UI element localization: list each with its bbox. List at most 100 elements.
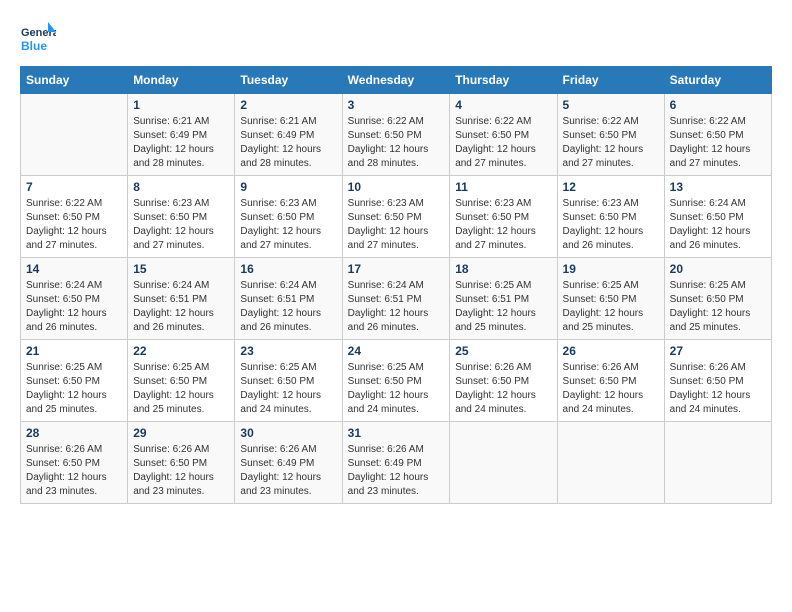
day-detail: Sunrise: 6:23 AM Sunset: 6:50 PM Dayligh… <box>348 197 445 253</box>
day-cell: 10 Sunrise: 6:23 AM Sunset: 6:50 PM Dayli… <box>342 176 450 258</box>
day-detail: Sunrise: 6:23 AM Sunset: 6:50 PM Dayligh… <box>133 197 229 253</box>
day-detail: Sunrise: 6:26 AM Sunset: 6:49 PM Dayligh… <box>348 443 445 499</box>
day-cell: 21 Sunrise: 6:25 AM Sunset: 6:50 PM Dayli… <box>21 340 128 422</box>
day-number: 21 <box>26 344 122 358</box>
day-cell <box>21 94 128 176</box>
day-cell <box>664 422 771 504</box>
day-detail: Sunrise: 6:25 AM Sunset: 6:50 PM Dayligh… <box>348 361 445 417</box>
day-detail: Sunrise: 6:26 AM Sunset: 6:50 PM Dayligh… <box>455 361 551 417</box>
day-cell: 7Sunrise: 6:22 AM Sunset: 6:50 PM Daylig… <box>21 176 128 258</box>
day-detail: Sunrise: 6:23 AM Sunset: 6:50 PM Dayligh… <box>563 197 659 253</box>
day-number: 20 <box>670 262 766 276</box>
day-detail: Sunrise: 6:22 AM Sunset: 6:50 PM Dayligh… <box>455 115 551 171</box>
day-detail: Sunrise: 6:25 AM Sunset: 6:50 PM Dayligh… <box>240 361 336 417</box>
day-detail: Sunrise: 6:22 AM Sunset: 6:50 PM Dayligh… <box>563 115 659 171</box>
day-cell: 25 Sunrise: 6:26 AM Sunset: 6:50 PM Dayli… <box>450 340 557 422</box>
day-cell: 6 Sunrise: 6:22 AM Sunset: 6:50 PM Daylig… <box>664 94 771 176</box>
day-number: 11 <box>455 180 551 194</box>
day-detail: Sunrise: 6:21 AM Sunset: 6:49 PM Dayligh… <box>240 115 336 171</box>
calendar-table: SundayMondayTuesdayWednesdayThursdayFrid… <box>20 66 772 504</box>
day-number: 8 <box>133 180 229 194</box>
day-cell: 26 Sunrise: 6:26 AM Sunset: 6:50 PM Dayli… <box>557 340 664 422</box>
col-header-sunday: Sunday <box>21 67 128 94</box>
col-header-thursday: Thursday <box>450 67 557 94</box>
day-detail: Sunrise: 6:26 AM Sunset: 6:50 PM Dayligh… <box>670 361 766 417</box>
day-number: 2 <box>240 98 336 112</box>
day-number: 25 <box>455 344 551 358</box>
day-detail: Sunrise: 6:24 AM Sunset: 6:50 PM Dayligh… <box>26 279 122 335</box>
day-number: 6 <box>670 98 766 112</box>
day-number: 24 <box>348 344 445 358</box>
svg-text:Blue: Blue <box>21 39 47 53</box>
day-detail: Sunrise: 6:22 AM Sunset: 6:50 PM Dayligh… <box>670 115 766 171</box>
day-number: 29 <box>133 426 229 440</box>
day-detail: Sunrise: 6:26 AM Sunset: 6:50 PM Dayligh… <box>133 443 229 499</box>
day-number: 12 <box>563 180 659 194</box>
col-header-wednesday: Wednesday <box>342 67 450 94</box>
col-header-saturday: Saturday <box>664 67 771 94</box>
day-number: 22 <box>133 344 229 358</box>
week-row-1: 1 Sunrise: 6:21 AM Sunset: 6:49 PM Daylig… <box>21 94 772 176</box>
day-detail: Sunrise: 6:26 AM Sunset: 6:50 PM Dayligh… <box>26 443 122 499</box>
day-detail: Sunrise: 6:24 AM Sunset: 6:51 PM Dayligh… <box>240 279 336 335</box>
day-detail: Sunrise: 6:25 AM Sunset: 6:50 PM Dayligh… <box>133 361 229 417</box>
day-cell: 11 Sunrise: 6:23 AM Sunset: 6:50 PM Dayli… <box>450 176 557 258</box>
day-cell: 19Sunrise: 6:25 AM Sunset: 6:50 PM Dayli… <box>557 258 664 340</box>
day-cell: 3Sunrise: 6:22 AM Sunset: 6:50 PM Daylig… <box>342 94 450 176</box>
day-cell: 29 Sunrise: 6:26 AM Sunset: 6:50 PM Dayli… <box>128 422 235 504</box>
day-cell: 15 Sunrise: 6:24 AM Sunset: 6:51 PM Dayli… <box>128 258 235 340</box>
day-number: 19 <box>563 262 659 276</box>
day-number: 13 <box>670 180 766 194</box>
day-number: 9 <box>240 180 336 194</box>
day-detail: Sunrise: 6:23 AM Sunset: 6:50 PM Dayligh… <box>455 197 551 253</box>
day-cell: 2 Sunrise: 6:21 AM Sunset: 6:49 PM Daylig… <box>235 94 342 176</box>
day-number: 10 <box>348 180 445 194</box>
day-cell: 17Sunrise: 6:24 AM Sunset: 6:51 PM Dayli… <box>342 258 450 340</box>
day-number: 14 <box>26 262 122 276</box>
day-cell: 28Sunrise: 6:26 AM Sunset: 6:50 PM Dayli… <box>21 422 128 504</box>
days-header-row: SundayMondayTuesdayWednesdayThursdayFrid… <box>21 67 772 94</box>
day-cell: 9 Sunrise: 6:23 AM Sunset: 6:50 PM Daylig… <box>235 176 342 258</box>
day-detail: Sunrise: 6:24 AM Sunset: 6:51 PM Dayligh… <box>133 279 229 335</box>
day-cell: 1 Sunrise: 6:21 AM Sunset: 6:49 PM Daylig… <box>128 94 235 176</box>
day-detail: Sunrise: 6:24 AM Sunset: 6:50 PM Dayligh… <box>670 197 766 253</box>
day-number: 1 <box>133 98 229 112</box>
day-detail: Sunrise: 6:21 AM Sunset: 6:49 PM Dayligh… <box>133 115 229 171</box>
day-number: 4 <box>455 98 551 112</box>
day-cell <box>557 422 664 504</box>
day-detail: Sunrise: 6:25 AM Sunset: 6:50 PM Dayligh… <box>670 279 766 335</box>
day-detail: Sunrise: 6:26 AM Sunset: 6:50 PM Dayligh… <box>563 361 659 417</box>
day-cell: 23 Sunrise: 6:25 AM Sunset: 6:50 PM Dayli… <box>235 340 342 422</box>
day-number: 16 <box>240 262 336 276</box>
week-row-3: 14 Sunrise: 6:24 AM Sunset: 6:50 PM Dayli… <box>21 258 772 340</box>
day-number: 26 <box>563 344 659 358</box>
day-number: 31 <box>348 426 445 440</box>
day-cell: 20 Sunrise: 6:25 AM Sunset: 6:50 PM Dayli… <box>664 258 771 340</box>
week-row-2: 7Sunrise: 6:22 AM Sunset: 6:50 PM Daylig… <box>21 176 772 258</box>
day-cell: 16 Sunrise: 6:24 AM Sunset: 6:51 PM Dayli… <box>235 258 342 340</box>
day-cell: 31 Sunrise: 6:26 AM Sunset: 6:49 PM Dayli… <box>342 422 450 504</box>
day-detail: Sunrise: 6:25 AM Sunset: 6:50 PM Dayligh… <box>26 361 122 417</box>
page-header: General Blue <box>20 20 772 56</box>
day-cell: 30Sunrise: 6:26 AM Sunset: 6:49 PM Dayli… <box>235 422 342 504</box>
day-detail: Sunrise: 6:24 AM Sunset: 6:51 PM Dayligh… <box>348 279 445 335</box>
day-cell: 27Sunrise: 6:26 AM Sunset: 6:50 PM Dayli… <box>664 340 771 422</box>
day-cell: 22 Sunrise: 6:25 AM Sunset: 6:50 PM Dayli… <box>128 340 235 422</box>
day-cell: 24 Sunrise: 6:25 AM Sunset: 6:50 PM Dayli… <box>342 340 450 422</box>
day-number: 23 <box>240 344 336 358</box>
day-cell: 13 Sunrise: 6:24 AM Sunset: 6:50 PM Dayli… <box>664 176 771 258</box>
day-cell: 5Sunrise: 6:22 AM Sunset: 6:50 PM Daylig… <box>557 94 664 176</box>
day-detail: Sunrise: 6:25 AM Sunset: 6:51 PM Dayligh… <box>455 279 551 335</box>
week-row-5: 28Sunrise: 6:26 AM Sunset: 6:50 PM Dayli… <box>21 422 772 504</box>
day-number: 30 <box>240 426 336 440</box>
day-cell: 4 Sunrise: 6:22 AM Sunset: 6:50 PM Daylig… <box>450 94 557 176</box>
logo-svg: General Blue <box>20 20 56 56</box>
logo: General Blue <box>20 20 56 56</box>
day-number: 15 <box>133 262 229 276</box>
col-header-tuesday: Tuesday <box>235 67 342 94</box>
day-detail: Sunrise: 6:23 AM Sunset: 6:50 PM Dayligh… <box>240 197 336 253</box>
day-cell: 12 Sunrise: 6:23 AM Sunset: 6:50 PM Dayli… <box>557 176 664 258</box>
day-number: 7 <box>26 180 122 194</box>
day-cell: 8 Sunrise: 6:23 AM Sunset: 6:50 PM Daylig… <box>128 176 235 258</box>
day-number: 3 <box>348 98 445 112</box>
